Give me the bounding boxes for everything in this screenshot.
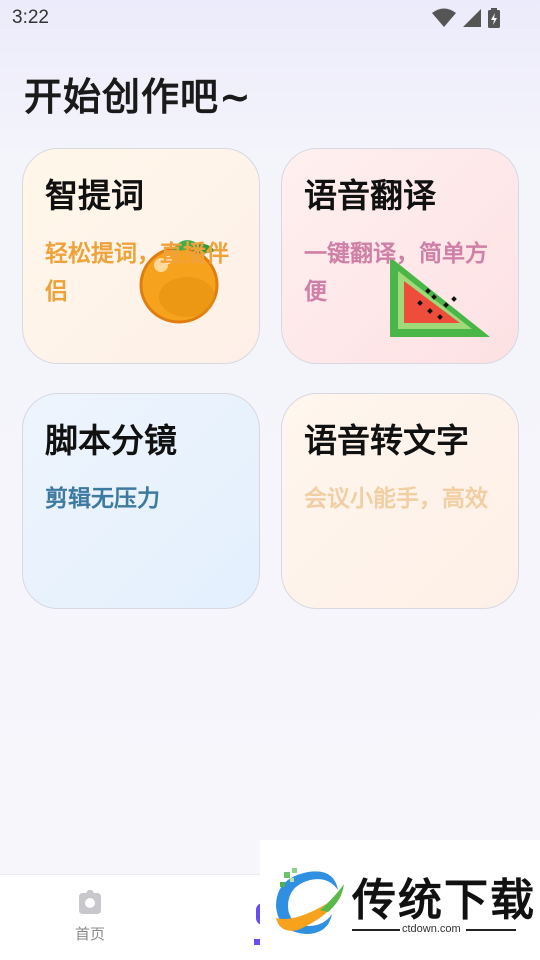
card-script-storyboard[interactable]: 脚本分镜 剪辑无压力 (22, 393, 260, 609)
watermark-brand: 传统下载 (352, 875, 536, 926)
card-subtitle: 会议小能手，高效 (304, 486, 488, 512)
tab-home[interactable]: 首页 (60, 889, 120, 944)
card-speech-to-text[interactable]: 语音转文字 会议小能手，高效 (281, 393, 519, 609)
card-title: 语音翻译 (304, 176, 436, 215)
watermark-url: ctdown.com (402, 923, 461, 935)
card-voice-translate[interactable]: 语音翻译 一键翻译，简单方便 (281, 148, 519, 364)
card-teleprompter[interactable]: 智提词 轻松提词，直播伴侣 (22, 148, 260, 364)
wifi-icon (432, 8, 456, 27)
battery-charging-icon (488, 8, 500, 28)
status-bar: 3:22 (0, 0, 540, 36)
card-title: 语音转文字 (304, 421, 469, 460)
card-title: 智提词 (45, 176, 144, 215)
watermark-divider-right (466, 929, 516, 931)
card-subtitle: 剪辑无压力 (45, 486, 160, 512)
card-subtitle: 轻松提词，直播伴侣 (45, 241, 229, 305)
home-icon (79, 890, 101, 914)
card-title: 脚本分镜 (45, 421, 177, 460)
status-time: 3:22 (12, 7, 49, 28)
watermark-divider-left (352, 929, 400, 931)
page-title: 开始创作吧~ (24, 75, 252, 119)
watermark: 传统下载 ctdown.com (260, 840, 540, 960)
tab-home-label: 首页 (74, 925, 105, 943)
signal-icon (463, 9, 481, 27)
card-subtitle: 一键翻译，简单方便 (304, 241, 488, 305)
status-icons (432, 8, 500, 28)
watermark-logo-icon (276, 868, 344, 934)
